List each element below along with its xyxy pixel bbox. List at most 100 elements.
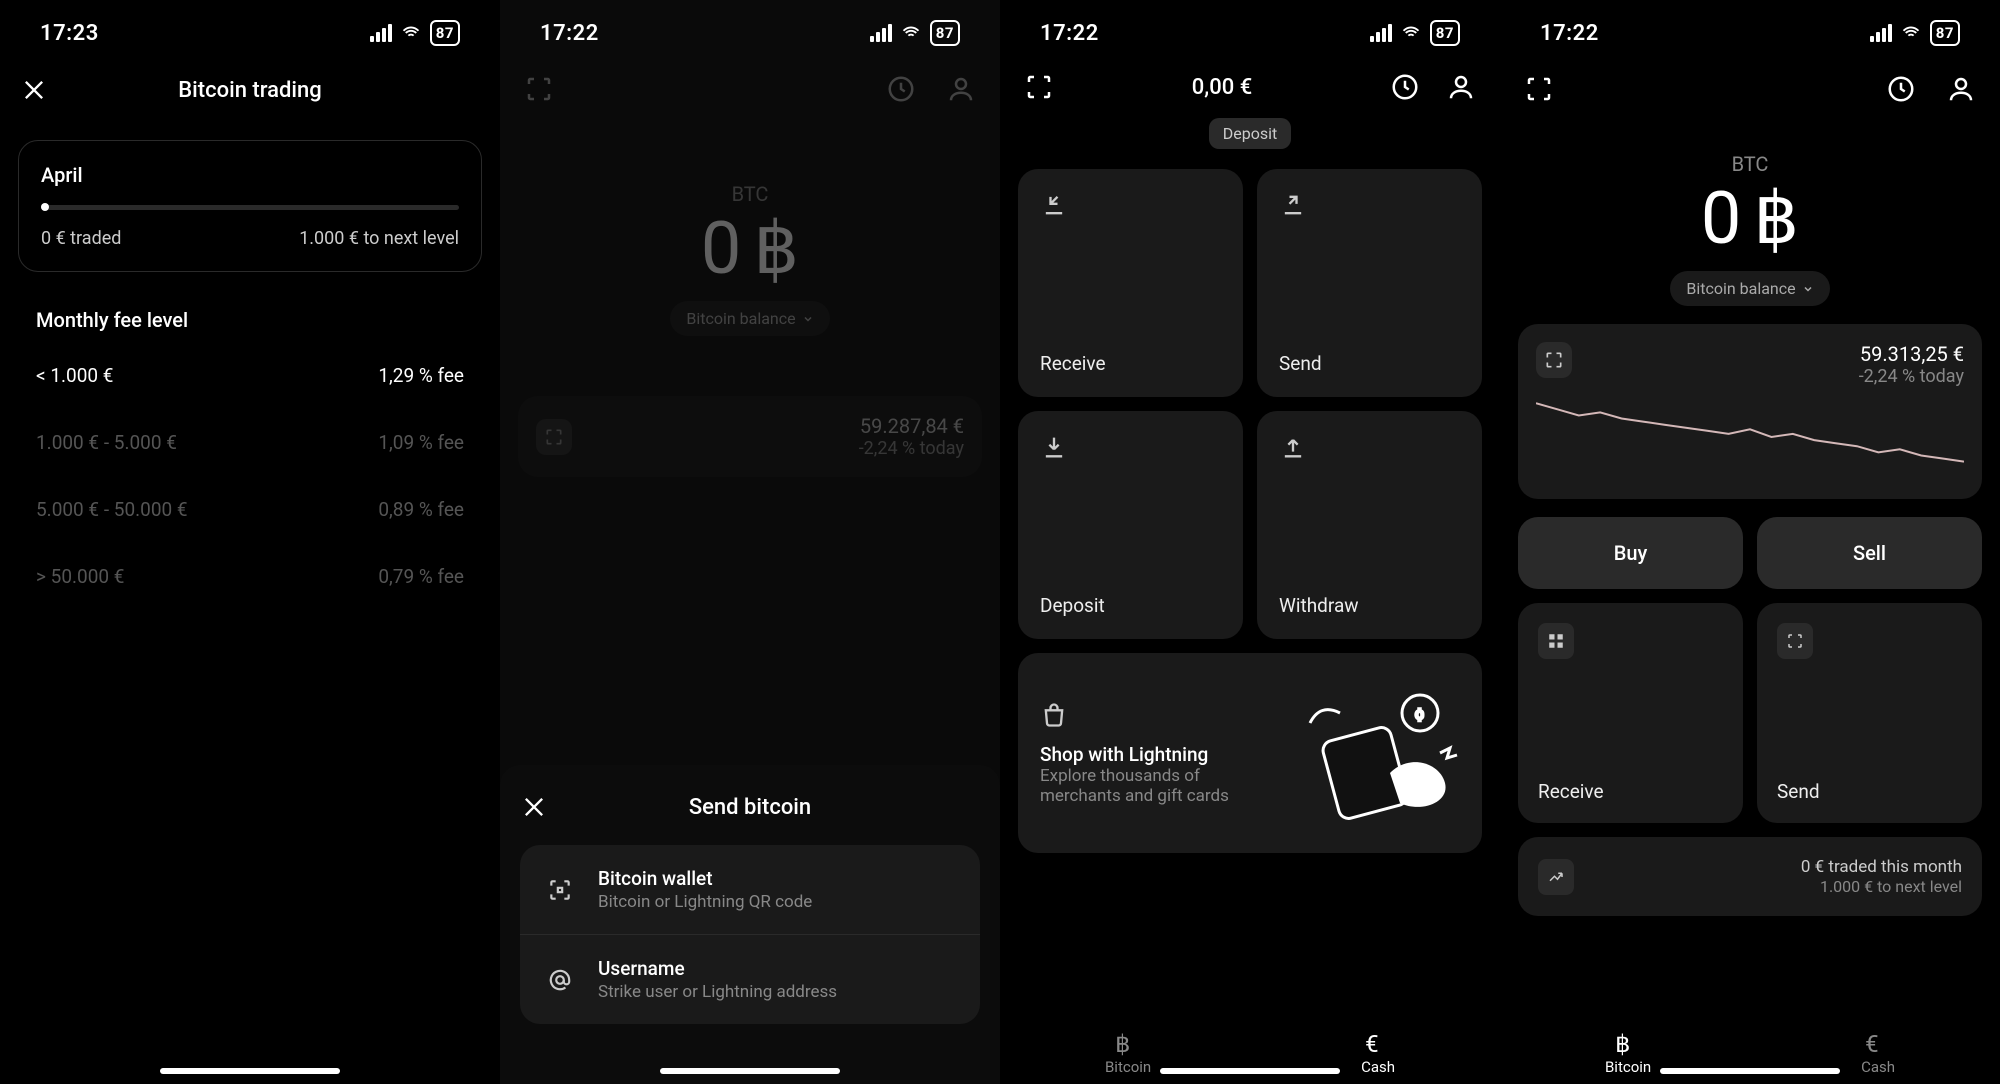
bitcoin-symbol-icon: ฿ [753, 206, 799, 291]
signal-icon [1370, 24, 1392, 42]
to-next-level: 1.000 € to next level [1801, 877, 1962, 896]
buy-button[interactable]: Buy [1518, 517, 1743, 589]
traded-amount: 0 € traded [41, 228, 121, 249]
clock-icon[interactable] [1390, 72, 1420, 102]
price-card[interactable]: 59.287,84 € -2,24 % today [518, 396, 982, 477]
wifi-icon [1900, 24, 1922, 42]
shop-icon [1040, 701, 1068, 729]
option-subtitle: Strike user or Lightning address [598, 982, 837, 1002]
receive-tile[interactable]: Receive [1018, 169, 1243, 397]
top-toolbar [1500, 56, 2000, 122]
receive-tile[interactable]: Receive [1518, 603, 1743, 823]
withdraw-icon [1279, 433, 1307, 461]
qr-grid-icon [1538, 623, 1574, 659]
shop-lightning-tile[interactable]: Shop with Lightning Explore thousands of… [1018, 653, 1482, 853]
progress-card: April 0 € traded 1.000 € to next level [18, 140, 482, 272]
btc-label: BTC [1500, 152, 2000, 176]
price-chart-card[interactable]: 59.313,25 € -2,24 % today [1518, 324, 1982, 499]
nav-cash[interactable]: € Cash [1361, 1030, 1395, 1076]
btc-label: BTC [500, 182, 1000, 206]
status-bar: 17:23 87 [0, 0, 500, 56]
fee-row: 1.000 € - 5.000 € 1,09 % fee [0, 409, 500, 476]
wifi-icon [400, 24, 422, 42]
page-title: Bitcoin trading [20, 78, 480, 103]
signal-icon [1870, 24, 1892, 42]
nav-bitcoin[interactable]: ฿ Bitcoin [1605, 1030, 1651, 1076]
profile-icon[interactable] [946, 74, 976, 104]
btc-change: -2,24 % today [1859, 366, 1964, 387]
deposit-hint-badge[interactable]: Deposit [1209, 118, 1291, 149]
balance-selector[interactable]: Bitcoin balance [1670, 271, 1829, 306]
fee-row: 5.000 € - 50.000 € 0,89 % fee [0, 476, 500, 543]
fee-value: 0,89 % fee [378, 498, 464, 521]
status-time: 17:22 [1040, 21, 1099, 46]
scan-icon[interactable] [524, 74, 554, 104]
withdraw-tile[interactable]: Withdraw [1257, 411, 1482, 639]
fee-range: > 50.000 € [36, 565, 124, 588]
chevron-down-icon [1802, 283, 1814, 295]
screen-send-bitcoin: 17:22 87 BTC 0 ฿ Bitcoin balance [500, 0, 1000, 1084]
profile-icon[interactable] [1446, 72, 1476, 102]
fee-range: 1.000 € - 5.000 € [36, 431, 177, 454]
trade-level-banner[interactable]: 0 € traded this month 1.000 € to next le… [1518, 837, 1982, 916]
status-bar: 17:22 87 [500, 0, 1000, 56]
deposit-icon [1040, 433, 1068, 461]
clock-icon[interactable] [886, 74, 916, 104]
svg-text:¢: ¢ [1415, 704, 1424, 723]
battery-icon: 87 [430, 20, 460, 46]
battery-icon: 87 [930, 20, 960, 46]
fee-value: 1,09 % fee [378, 431, 464, 454]
home-indicator [1160, 1068, 1340, 1074]
wifi-icon [1400, 24, 1422, 42]
fee-value: 0,79 % fee [378, 565, 464, 588]
clock-icon[interactable] [1886, 74, 1916, 104]
nav-bitcoin[interactable]: ฿ Bitcoin [1105, 1030, 1151, 1076]
bitcoin-icon: ฿ [1115, 1030, 1141, 1056]
deposit-tile[interactable]: Deposit [1018, 411, 1243, 639]
btc-price: 59.287,84 € [859, 414, 964, 438]
fee-row: < 1.000 € 1,29 % fee [0, 342, 500, 409]
home-indicator [660, 1068, 840, 1074]
fee-value: 1,29 % fee [378, 364, 464, 387]
expand-icon [536, 419, 572, 455]
month-label: April [41, 163, 459, 187]
screen-cash: 17:22 87 0,00 € Deposit Receive Send Dep… [1000, 0, 1500, 1084]
status-bar: 17:22 87 [1000, 0, 1500, 56]
send-option-wallet[interactable]: Bitcoin wallet Bitcoin or Lightning QR c… [520, 845, 980, 934]
scan-icon[interactable] [1524, 74, 1554, 104]
progress-labels: 0 € traded 1.000 € to next level [41, 228, 459, 249]
bottom-nav: ฿ Bitcoin € Cash [1500, 1018, 2000, 1084]
balance-selector[interactable]: Bitcoin balance [670, 301, 829, 336]
scan-icon[interactable] [1024, 72, 1054, 102]
shop-title: Shop with Lightning [1040, 743, 1240, 766]
section-title: Monthly fee level [0, 288, 500, 342]
euro-icon: € [1365, 1030, 1391, 1056]
battery-icon: 87 [1930, 20, 1960, 46]
home-indicator [160, 1068, 340, 1074]
screen-bitcoin-home: 17:22 87 BTC 0 ฿ Bitcoin balance 59.313,… [1500, 0, 2000, 1084]
bottom-nav: ฿ Bitcoin € Cash [1000, 1018, 1500, 1084]
profile-icon[interactable] [1946, 74, 1976, 104]
send-tile[interactable]: Send [1257, 169, 1482, 397]
nav-cash[interactable]: € Cash [1861, 1030, 1895, 1076]
expand-icon[interactable] [1536, 342, 1572, 378]
send-tile[interactable]: Send [1757, 603, 1982, 823]
qr-icon [542, 872, 578, 908]
progress-bar [41, 205, 459, 210]
scan-icon [1777, 623, 1813, 659]
wifi-icon [900, 24, 922, 42]
signal-icon [370, 24, 392, 42]
option-title: Username [598, 957, 837, 980]
top-toolbar: 0,00 € [1000, 56, 1500, 118]
bitcoin-icon: ฿ [1615, 1030, 1641, 1056]
signal-icon [870, 24, 892, 42]
sheet-title: Send bitcoin [520, 795, 980, 820]
status-time: 17:22 [1540, 21, 1599, 46]
receive-icon [1040, 191, 1068, 219]
send-option-username[interactable]: Username Strike user or Lightning addres… [520, 934, 980, 1024]
fee-range: 5.000 € - 50.000 € [36, 498, 188, 521]
btc-price: 59.313,25 € [1859, 342, 1964, 366]
shop-subtitle: Explore thousands of merchants and gift … [1040, 766, 1240, 806]
option-title: Bitcoin wallet [598, 867, 812, 890]
sell-button[interactable]: Sell [1757, 517, 1982, 589]
